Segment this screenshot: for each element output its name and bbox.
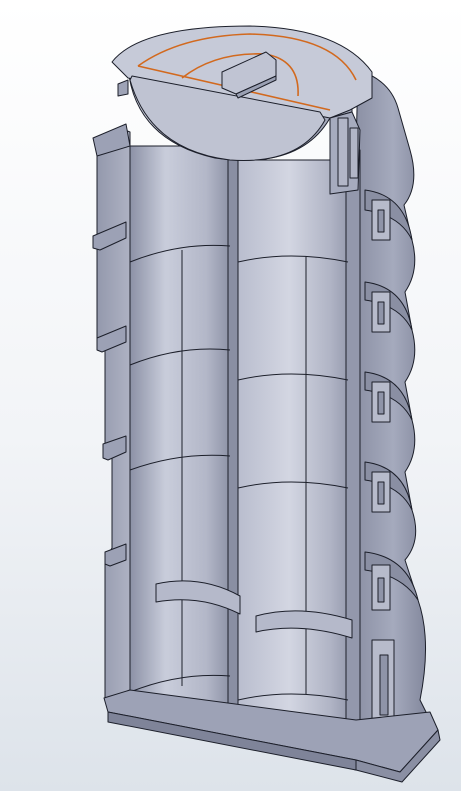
model-face xyxy=(377,209,385,233)
graphics-viewport[interactable] xyxy=(0,0,461,791)
right-column xyxy=(235,159,355,723)
center-divider xyxy=(227,149,239,723)
model-face xyxy=(377,301,385,325)
cutaway-model[interactable] xyxy=(0,0,461,791)
model-face xyxy=(377,391,385,415)
left-wall xyxy=(94,127,131,701)
model-face xyxy=(379,654,389,716)
model-face xyxy=(337,117,349,187)
model-face xyxy=(349,127,359,179)
left-column xyxy=(129,145,233,719)
model-face xyxy=(377,481,385,505)
top-nozzle xyxy=(117,79,129,97)
model-face xyxy=(377,577,385,603)
right-partition xyxy=(345,149,361,761)
